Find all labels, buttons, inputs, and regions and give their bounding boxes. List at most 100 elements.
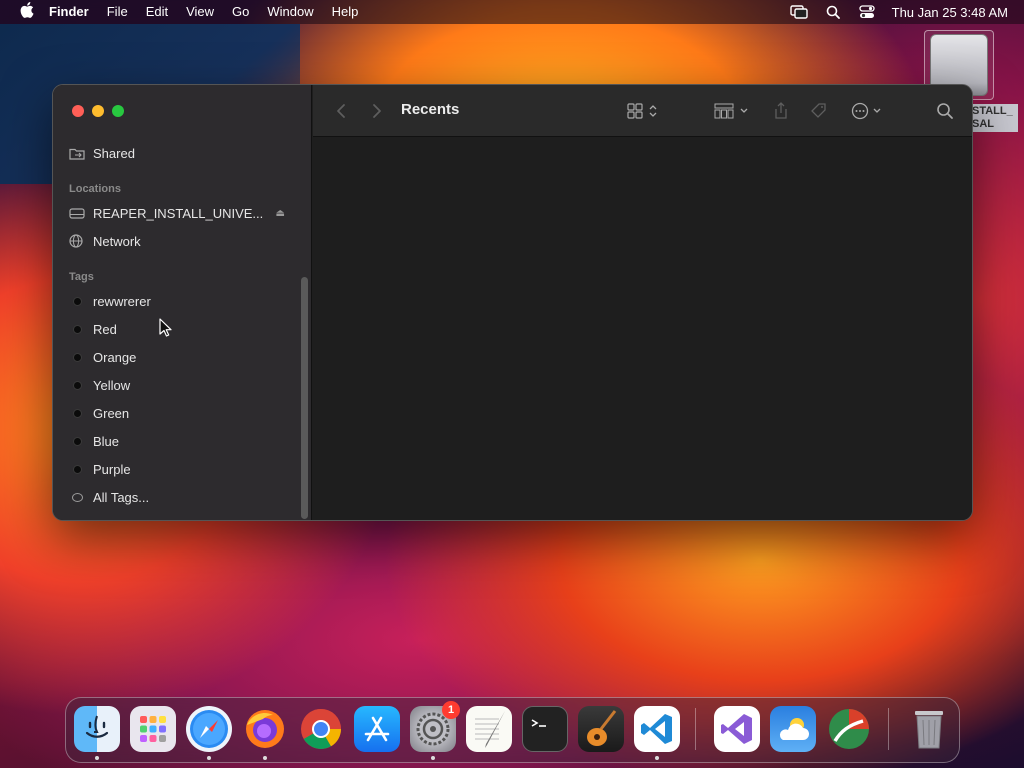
menu-file[interactable]: File [98, 0, 137, 24]
finder-sidebar: Shared Locations REAPER_INSTALL_UNIVE...… [53, 85, 312, 520]
sidebar-section-locations: Locations [69, 183, 121, 195]
sidebar-label-shared: Shared [93, 145, 135, 161]
tag-label: Red [93, 321, 117, 337]
window-title: Recents [401, 101, 460, 118]
chevron-left-icon [337, 104, 345, 118]
view-mode-button[interactable] [625, 99, 665, 123]
maximize-button[interactable] [112, 105, 124, 117]
desktop-drive-label[interactable]: STALL_ SAL [968, 104, 1018, 132]
all-tags-icon [72, 492, 83, 502]
tag-label: rewwrerer [93, 293, 151, 309]
sidebar-tag-purple[interactable]: Purple [69, 458, 299, 480]
sidebar-tag-orange[interactable]: Orange [69, 346, 299, 368]
menu-app-name[interactable]: Finder [40, 0, 98, 24]
sidebar-item-network[interactable]: Network [69, 230, 299, 252]
eject-icon[interactable]: ⏏ [276, 208, 285, 219]
menu-bar: Finder File Edit View Go Window Help Thu… [0, 0, 1024, 24]
chrome-icon[interactable] [298, 706, 344, 752]
reaper-icon[interactable] [826, 706, 872, 752]
close-button[interactable] [72, 105, 84, 117]
tag-dot-icon [73, 380, 82, 390]
ellipsis-circle-icon [851, 102, 881, 120]
icon-grid-icon [627, 103, 657, 119]
terminal-icon[interactable] [522, 706, 568, 752]
search-icon [937, 103, 953, 119]
window-controls [72, 105, 124, 117]
notification-badge: 1 [442, 701, 460, 719]
tag-dot-icon [73, 324, 82, 334]
back-button[interactable] [331, 99, 351, 123]
tag-label: Blue [93, 433, 120, 449]
mouse-cursor-icon [159, 318, 173, 343]
group-button[interactable] [713, 99, 753, 123]
finder-content-area[interactable] [313, 138, 972, 520]
trash-icon[interactable] [906, 706, 952, 752]
visual-studio-icon[interactable] [714, 706, 760, 752]
sidebar-tag-yellow[interactable]: Yellow [69, 374, 299, 396]
chevron-right-icon [373, 104, 381, 118]
running-indicator [207, 756, 211, 760]
spotlight-search-icon[interactable] [816, 5, 850, 19]
forward-button[interactable] [367, 99, 387, 123]
drive-label-line1: STALL_ [972, 105, 1013, 117]
drive-label-line2: SAL [972, 118, 994, 130]
sidebar-tag-red[interactable]: Red [69, 318, 299, 340]
tag-dot-icon [73, 464, 82, 474]
minimize-button[interactable] [92, 105, 104, 117]
sidebar-item-reaper-volume[interactable]: REAPER_INSTALL_UNIVE... ⏏ [69, 202, 299, 224]
sidebar-tag-blue[interactable]: Blue [69, 430, 299, 452]
tag-dot-icon [73, 296, 82, 306]
running-indicator [431, 756, 435, 760]
menu-edit[interactable]: Edit [137, 0, 177, 24]
sidebar-scrollbar[interactable] [301, 277, 308, 519]
shared-folder-icon [69, 147, 93, 160]
tag-dot-icon [73, 408, 82, 418]
all-tags-label: All Tags... [93, 489, 150, 505]
garageband-icon[interactable] [578, 706, 624, 752]
sidebar-section-tags: Tags [69, 271, 94, 283]
firefox-icon[interactable] [242, 706, 288, 752]
screen-mirroring-icon[interactable] [782, 5, 816, 19]
sidebar-tag-rewwrerer[interactable]: rewwrerer [69, 290, 299, 312]
menu-go[interactable]: Go [223, 0, 258, 24]
apple-menu-icon[interactable] [14, 2, 40, 22]
tag-label: Yellow [93, 377, 131, 393]
tag-icon [811, 103, 826, 118]
finder-toolbar: Recents [313, 85, 972, 137]
finder-window: Shared Locations REAPER_INSTALL_UNIVE...… [52, 84, 973, 521]
share-icon [775, 102, 787, 119]
tag-label: Green [93, 405, 130, 421]
launchpad-icon[interactable] [130, 706, 176, 752]
group-icon [714, 103, 748, 119]
vscode-icon[interactable] [634, 706, 680, 752]
tag-button[interactable] [807, 99, 831, 123]
finder-icon[interactable] [74, 706, 120, 752]
running-indicator [95, 756, 99, 760]
sidebar-label-reaper-volume: REAPER_INSTALL_UNIVE... [93, 205, 264, 221]
tag-dot-icon [73, 436, 82, 446]
control-center-icon[interactable] [850, 5, 884, 19]
dock: 1 [65, 697, 960, 763]
textedit-icon[interactable] [466, 706, 512, 752]
share-button[interactable] [769, 99, 793, 123]
tag-dot-icon [73, 352, 82, 362]
menu-clock[interactable]: Thu Jan 25 3:48 AM [884, 5, 1008, 20]
menu-help[interactable]: Help [323, 0, 368, 24]
sidebar-item-shared[interactable]: Shared [69, 142, 299, 164]
globe-icon [69, 234, 93, 248]
drive-icon [69, 207, 93, 219]
menu-view[interactable]: View [177, 0, 223, 24]
search-button[interactable] [933, 99, 957, 123]
sidebar-all-tags[interactable]: All Tags... [69, 486, 299, 508]
dock-separator [695, 708, 696, 750]
safari-icon[interactable] [186, 706, 232, 752]
tag-label: Orange [93, 349, 137, 365]
running-indicator [655, 756, 659, 760]
dock-separator [888, 708, 889, 750]
action-button[interactable] [849, 99, 889, 123]
weather-icon[interactable] [770, 706, 816, 752]
system-settings-icon[interactable]: 1 [410, 701, 460, 752]
app-store-icon[interactable] [354, 706, 400, 752]
menu-window[interactable]: Window [258, 0, 322, 24]
sidebar-tag-green[interactable]: Green [69, 402, 299, 424]
